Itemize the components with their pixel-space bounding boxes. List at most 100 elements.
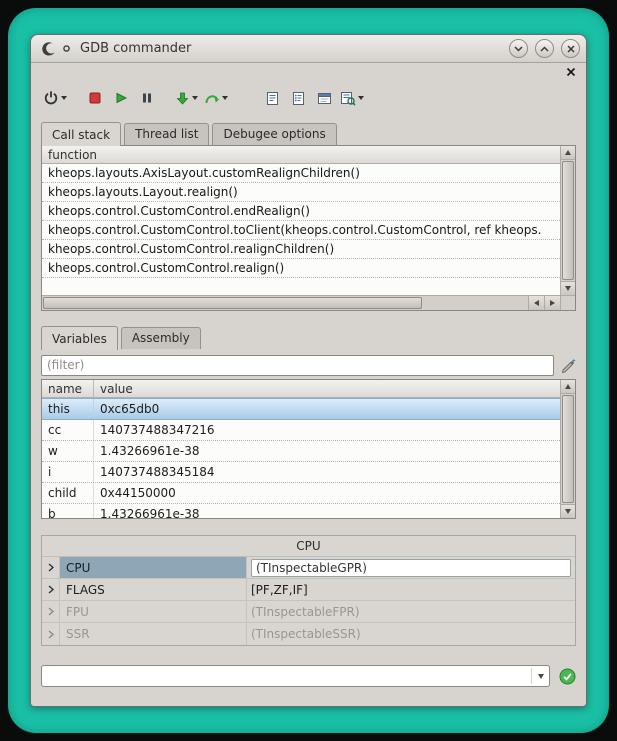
maximize-button[interactable] (535, 39, 554, 58)
window-title: GDB commander (80, 41, 503, 56)
variable-value: 140737488345184 (94, 462, 560, 482)
scroll-down-button[interactable] (561, 504, 575, 518)
power-button[interactable] (41, 85, 69, 111)
callstack-column-header: function (42, 146, 560, 164)
chevron-up-icon (540, 46, 549, 52)
command-combobox[interactable] (41, 665, 550, 687)
variables-list: this 0xc65db0 cc 140737488347216 w 1.432… (42, 398, 560, 518)
panel-close-icon[interactable] (566, 67, 576, 77)
step-over-dropdown-icon[interactable] (222, 96, 228, 100)
callstack-row[interactable]: kheops.control.CustomControl.endRealign(… (42, 202, 560, 221)
callstack-row[interactable]: kheops.control.CustomControl.realign() (42, 259, 560, 278)
variable-name: w (42, 441, 94, 461)
list-button[interactable] (286, 85, 310, 111)
step-into-dropdown-icon[interactable] (192, 96, 198, 100)
filter-input[interactable] (41, 355, 554, 376)
tab-variables[interactable]: Variables (41, 326, 118, 350)
filter-row (41, 353, 576, 377)
chevron-down-icon (514, 46, 523, 52)
variable-row[interactable]: b 1.43266961e-38 (42, 504, 560, 518)
cpu-row[interactable]: FPU (TInspectableFPR) (42, 601, 575, 623)
titlebar-buttons (509, 39, 580, 58)
expand-arrow-icon[interactable] (42, 557, 60, 578)
cpu-row-value: (TInspectableSSR) (247, 623, 575, 645)
scroll-left-button[interactable] (528, 296, 544, 310)
column-header-name: name (42, 380, 94, 397)
variables-pane: name value this 0xc65db0 cc 140737488347… (41, 379, 576, 519)
dock-header (41, 65, 576, 79)
tab-debugee-options[interactable]: Debugee options (212, 123, 336, 145)
variable-row[interactable]: this 0xc65db0 (42, 398, 560, 420)
close-icon (567, 45, 575, 53)
cpu-row-name: FLAGS (60, 579, 247, 600)
source-doc-button[interactable] (260, 85, 284, 111)
step-over-button[interactable] (202, 85, 230, 111)
power-icon (43, 90, 59, 106)
scroll-right-button[interactable] (544, 296, 560, 310)
vscroll-thumb[interactable] (562, 161, 574, 280)
vertical-scrollbar[interactable] (560, 380, 575, 518)
cpu-grid: CPU (TInspectableGPR) FLAGS [PF,ZF,IF] (42, 556, 575, 645)
step-into-icon (175, 91, 190, 106)
variable-value: 1.43266961e-38 (94, 441, 560, 461)
step-into-button[interactable] (173, 85, 200, 111)
vertical-scrollbar[interactable] (560, 146, 575, 295)
callstack-row[interactable]: kheops.control.CustomControl.realignChil… (42, 240, 560, 259)
variable-row[interactable]: child 0x44150000 (42, 483, 560, 504)
gdb-commander-window: GDB commander (30, 34, 587, 707)
arrow-down-icon (565, 509, 571, 514)
stop-button[interactable] (83, 85, 107, 111)
variable-name: child (42, 483, 94, 503)
close-button[interactable] (561, 39, 580, 58)
cpu-row[interactable]: CPU (TInspectableGPR) (42, 557, 575, 579)
pause-button[interactable] (135, 85, 159, 111)
expand-arrow-icon[interactable] (42, 601, 60, 622)
run-button[interactable] (109, 85, 133, 111)
callstack-row[interactable]: kheops.layouts.AxisLayout.customRealignC… (42, 164, 560, 183)
expand-arrow-icon[interactable] (42, 623, 60, 645)
vscroll-track[interactable] (561, 160, 575, 281)
variable-row[interactable]: i 140737488345184 (42, 462, 560, 483)
combobox-dropdown-icon[interactable] (531, 668, 544, 684)
tab-assembly[interactable]: Assembly (121, 327, 201, 349)
variable-name: i (42, 462, 94, 482)
scroll-up-button[interactable] (561, 380, 575, 394)
app-icon[interactable] (41, 41, 57, 57)
scroll-down-button[interactable] (561, 281, 575, 295)
vscroll-track[interactable] (561, 394, 575, 504)
scrollbar-corner (560, 295, 575, 310)
tab-thread-list[interactable]: Thread list (124, 123, 209, 145)
horizontal-scrollbar[interactable] (42, 295, 560, 310)
doc-icon (265, 91, 280, 106)
minimize-button[interactable] (509, 39, 528, 58)
hscroll-track[interactable] (42, 296, 528, 310)
vscroll-thumb[interactable] (562, 395, 574, 503)
arrow-left-icon (534, 300, 539, 306)
filter-wand-icon[interactable] (560, 357, 576, 373)
cpu-value-edit[interactable]: (TInspectableGPR) (251, 559, 571, 577)
callstack-row[interactable]: kheops.control.CustomControl.toClient(kh… (42, 221, 560, 240)
variable-row[interactable]: w 1.43266961e-38 (42, 441, 560, 462)
scroll-up-button[interactable] (561, 146, 575, 160)
power-dropdown-icon[interactable] (61, 96, 67, 100)
variable-value: 0x44150000 (94, 483, 560, 503)
arrow-down-icon (565, 286, 571, 291)
expand-arrow-icon[interactable] (42, 579, 60, 600)
callstack-row[interactable]: kheops.layouts.Layout.realign() (42, 183, 560, 202)
variable-value: 1.43266961e-38 (94, 504, 560, 518)
hscroll-thumb[interactable] (43, 297, 422, 309)
variables-header: name value (42, 380, 560, 398)
debug-toolbar (41, 81, 576, 115)
variable-row[interactable]: cc 140737488347216 (42, 420, 560, 441)
cpu-row[interactable]: SSR (TInspectableSSR) (42, 623, 575, 645)
confirm-button[interactable] (558, 667, 576, 685)
app-badge-icon (63, 45, 70, 52)
titlebar[interactable]: GDB commander (31, 35, 586, 63)
cpu-row[interactable]: FLAGS [PF,ZF,IF] (42, 579, 575, 601)
frame-icon (317, 91, 332, 106)
decorative-frame: GDB commander (8, 8, 609, 733)
watch-dropdown-icon[interactable] (358, 96, 364, 100)
tab-call-stack[interactable]: Call stack (41, 122, 121, 146)
watch-button[interactable] (338, 85, 366, 111)
frame-view-button[interactable] (312, 85, 336, 111)
